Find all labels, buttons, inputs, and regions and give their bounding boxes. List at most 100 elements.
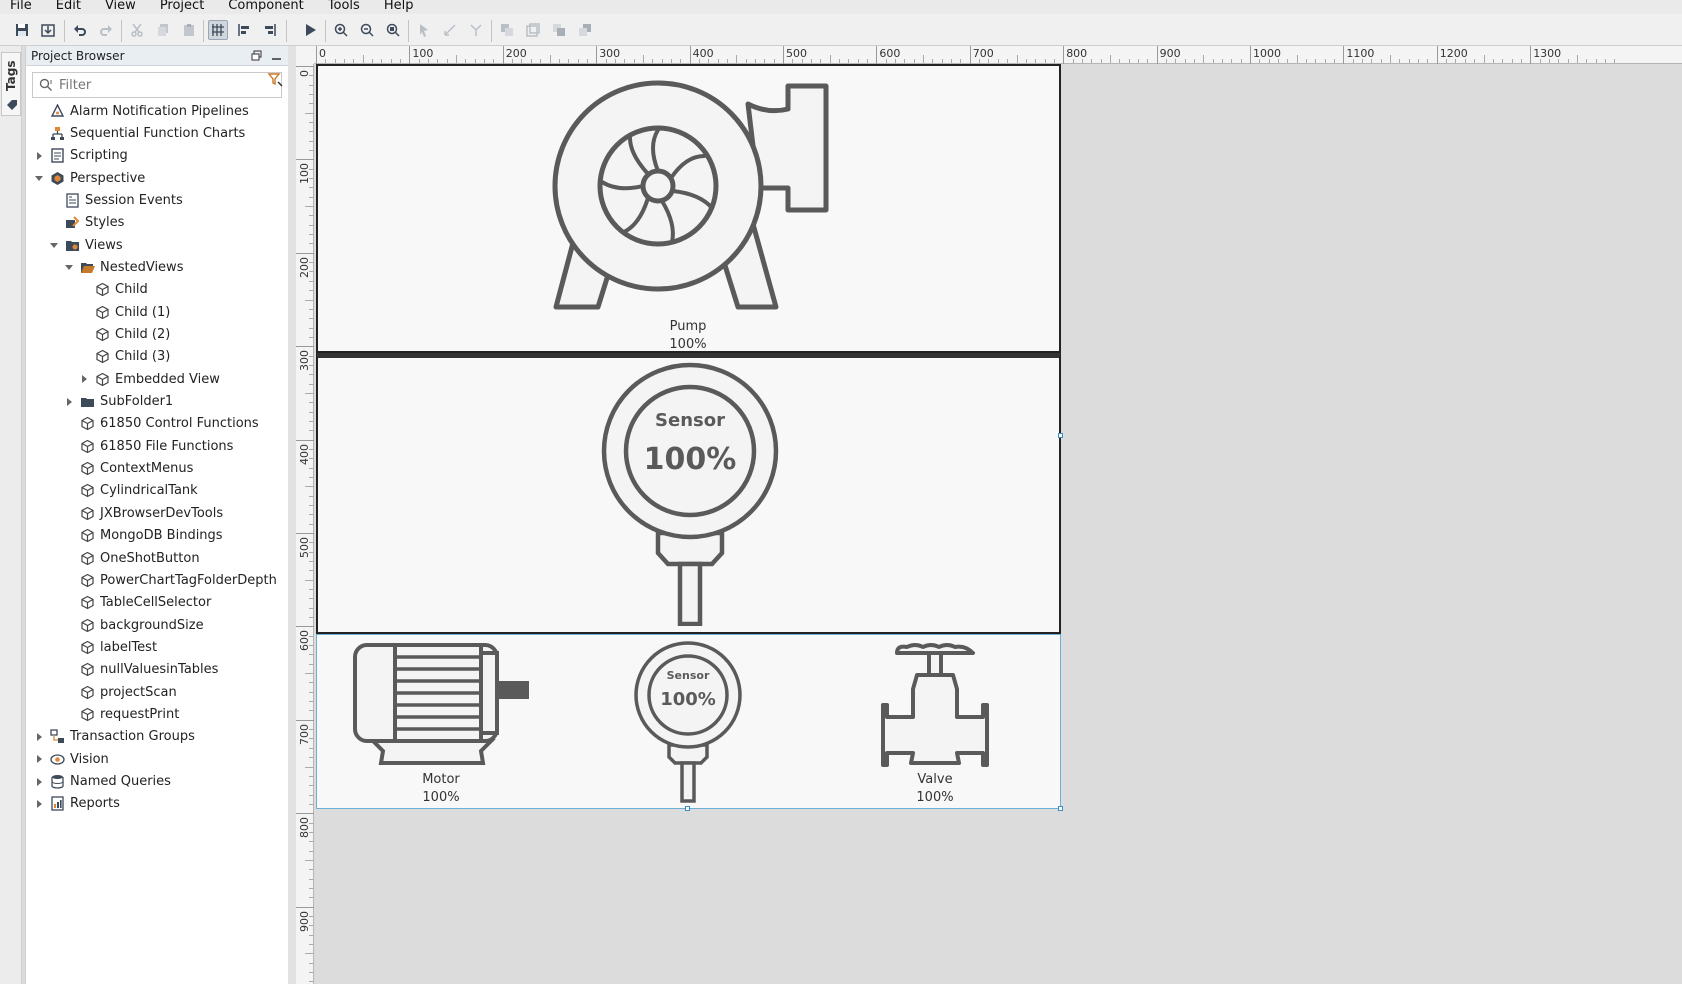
collapsed-arrow-icon[interactable]	[34, 754, 44, 764]
expanded-arrow-icon[interactable]	[34, 173, 44, 183]
motor-value-label: 100%	[422, 790, 460, 805]
menu-file[interactable]: File	[10, 0, 32, 12]
tree-item-scripting[interactable]: Scripting	[34, 145, 128, 167]
tree-item-perspective[interactable]: Perspective	[34, 167, 145, 189]
embedded-view-flex-row[interactable]: Motor 100% Sensor 100% Valve 100%	[316, 634, 1061, 809]
resize-handle-bottom[interactable]	[685, 806, 690, 811]
undo-icon[interactable]	[70, 20, 90, 40]
tags-tab[interactable]: Tags	[1, 52, 21, 116]
collapsed-arrow-icon[interactable]	[34, 777, 44, 787]
menu-edit[interactable]: Edit	[56, 0, 81, 12]
tree-item-label: Child (3)	[115, 349, 171, 365]
tree-item-named-queries[interactable]: Named Queries	[34, 771, 171, 793]
cut-icon[interactable]	[127, 20, 147, 40]
tree-item-child-3[interactable]: Child (3)	[79, 346, 170, 368]
save-icon[interactable]	[12, 20, 32, 40]
zoom-out-icon[interactable]	[357, 20, 377, 40]
tree-item-tablecellselector[interactable]: TableCellSelector	[64, 592, 211, 614]
tree-item-nullvaluesintables[interactable]: nullValuesinTables	[64, 659, 218, 681]
tree-item-child[interactable]: Child	[79, 279, 148, 301]
paste-icon[interactable]	[179, 20, 199, 40]
tree-item-transaction-groups[interactable]: Transaction Groups	[34, 726, 195, 748]
tree-item-label: JXBrowserDevTools	[100, 505, 224, 521]
float-panel-icon[interactable]	[249, 48, 263, 62]
pointer-icon[interactable]	[414, 20, 434, 40]
menu-tools[interactable]: Tools	[328, 0, 360, 12]
tree-item-labeltest[interactable]: labelTest	[64, 636, 157, 658]
tree-item-projectscan[interactable]: projectScan	[64, 681, 177, 703]
tree-item-contextmenus[interactable]: ContextMenus	[64, 458, 193, 480]
menu-view[interactable]: View	[105, 0, 136, 12]
tree-item-oneshotbutton[interactable]: OneShotButton	[64, 547, 200, 569]
tree-item-child-1[interactable]: Child (1)	[79, 301, 170, 323]
tree-item-jxbrowserdevtools[interactable]: JXBrowserDevTools	[64, 502, 223, 524]
save-all-icon[interactable]	[38, 20, 58, 40]
tree-item-vision[interactable]: Vision	[34, 748, 109, 770]
preview-play-icon[interactable]	[300, 20, 320, 40]
collapsed-arrow-icon[interactable]	[34, 151, 44, 161]
snap-to-grid-icon[interactable]	[208, 20, 228, 40]
tree-item-label: Views	[85, 237, 123, 253]
send-back-icon[interactable]	[575, 20, 595, 40]
filter-options-icon[interactable]	[266, 70, 284, 88]
tree-item-session-events[interactable]: Session Events	[49, 189, 183, 211]
tree-item-nestedviews[interactable]: NestedViews	[64, 256, 183, 278]
align-right-icon[interactable]	[260, 20, 280, 40]
tree-item-61850-control-functions[interactable]: 61850 Control Functions	[64, 413, 259, 435]
ruler-major-tick	[296, 346, 314, 348]
sensor-small-gauge-icon: Sensor 100%	[634, 641, 742, 803]
tree-item-powercharttagfolderdepth[interactable]: PowerChartTagFolderDepth	[64, 569, 277, 591]
tree-item-61850-file-functions[interactable]: 61850 File Functions	[64, 435, 233, 457]
menu-project[interactable]: Project	[160, 0, 204, 12]
bring-front-icon[interactable]	[549, 20, 569, 40]
embedded-view-pump[interactable]: Pump 100%	[316, 64, 1061, 353]
view-cube-icon	[81, 506, 94, 520]
collapsed-arrow-icon[interactable]	[34, 732, 44, 742]
minimize-panel-icon[interactable]	[269, 48, 283, 62]
menu-component[interactable]: Component	[228, 0, 303, 12]
tree-item-requestprint[interactable]: requestPrint	[64, 703, 179, 725]
redo-icon[interactable]	[96, 20, 116, 40]
group-icon[interactable]	[497, 20, 517, 40]
ruler-major-tick	[1530, 46, 1532, 64]
tree-item-alarm-notification-pipelines[interactable]: Alarm Notification Pipelines	[34, 100, 249, 122]
connect-icon[interactable]	[440, 20, 460, 40]
ungroup-icon[interactable]	[523, 20, 543, 40]
collapsed-arrow-icon[interactable]	[34, 799, 44, 809]
resize-handle-corner[interactable]	[1058, 806, 1063, 811]
tree-item-reports[interactable]: Reports	[34, 793, 120, 815]
tree-item-views[interactable]: Views	[49, 234, 123, 256]
expanded-arrow-icon[interactable]	[64, 262, 74, 272]
filter-input[interactable]	[59, 77, 259, 93]
tree-item-mongodb-bindings[interactable]: MongoDB Bindings	[64, 525, 223, 547]
embedded-view-sensor[interactable]: Sensor 100%	[316, 353, 1061, 634]
filter-field[interactable]	[32, 72, 282, 98]
align-left-icon[interactable]	[234, 20, 254, 40]
tree-item-subfolder1[interactable]: SubFolder1	[64, 391, 173, 413]
tags-side-strip: Tags	[0, 46, 22, 984]
zoom-fit-icon[interactable]	[383, 20, 403, 40]
reshape-icon[interactable]	[466, 20, 486, 40]
tree-item-sequential-function-charts[interactable]: Sequential Function Charts	[34, 122, 245, 144]
tree-item-backgroundsize[interactable]: backgroundSize	[64, 614, 204, 636]
resize-handle-right[interactable]	[1058, 433, 1063, 438]
expanded-arrow-icon[interactable]	[49, 240, 59, 250]
zoom-in-icon[interactable]	[331, 20, 351, 40]
menu-help[interactable]: Help	[384, 0, 414, 12]
tag-icon	[7, 100, 17, 110]
view-cube-icon	[81, 573, 94, 588]
copy-icon[interactable]	[153, 20, 173, 40]
tree-item-label: requestPrint	[100, 706, 180, 722]
tree-item-embedded-view[interactable]: Embedded View	[79, 368, 220, 390]
ruler-label: 400	[692, 47, 714, 60]
view-cube-icon	[81, 663, 94, 677]
tree-item-child-2[interactable]: Child (2)	[79, 324, 170, 346]
collapsed-arrow-icon[interactable]	[64, 397, 74, 407]
collapsed-arrow-icon[interactable]	[79, 374, 89, 384]
tree-item-styles[interactable]: Styles	[49, 212, 124, 234]
panel-splitter[interactable]	[288, 46, 296, 984]
view-cube-icon	[81, 528, 94, 543]
tree-item-cylindricaltank[interactable]: CylindricalTank	[64, 480, 198, 502]
view-cube-icon	[81, 618, 94, 632]
tags-tab-label: Tags	[4, 60, 18, 91]
